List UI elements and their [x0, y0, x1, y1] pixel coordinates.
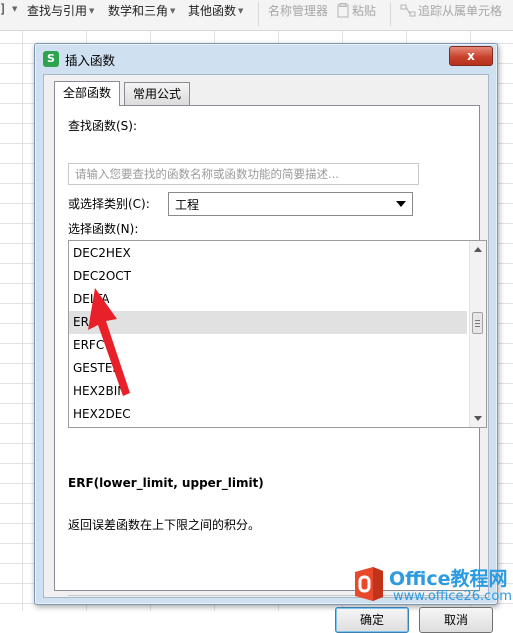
lookup-reference-menu[interactable]: 查找与引用 ▼: [27, 2, 94, 19]
list-item[interactable]: DEC2HEX: [69, 242, 467, 265]
paste-label: 粘贴: [352, 4, 377, 18]
tab-all-functions[interactable]: 全部函数: [54, 81, 121, 106]
dialog-body: 全部函数 常用公式 查找函数(S): 或选择类别(C): 工程 选择函数(N):…: [43, 74, 493, 633]
insert-function-dialog: S 插入函数 x 全部函数 常用公式 查找函数(S): 或选择类别(C): 工程…: [34, 43, 498, 633]
trace-dependents-button[interactable]: 追踪从属单元格: [400, 2, 502, 21]
list-item[interactable]: DEC2OCT: [69, 265, 467, 288]
list-item-selected[interactable]: ERF: [69, 311, 467, 334]
math-trig-menu[interactable]: 数学和三角 ▼: [108, 2, 175, 19]
function-signature: ERF(lower_limit, upper_limit): [68, 476, 264, 490]
scroll-up-icon[interactable]: [474, 247, 482, 252]
list-item[interactable]: HEX2BIN: [69, 380, 467, 403]
name-manager-button[interactable]: 名称管理器: [268, 2, 328, 19]
function-description: 返回误差函数在上下限之间的积分。: [68, 518, 261, 532]
list-item[interactable]: ERFC: [69, 334, 467, 357]
watermark-url: www.office26.com: [393, 589, 512, 604]
close-button[interactable]: x: [449, 46, 493, 66]
watermark-title: Office教程网: [389, 568, 508, 590]
list-item[interactable]: DELTA: [69, 288, 467, 311]
tab-common-formulas[interactable]: 常用公式: [124, 82, 191, 105]
ribbon-partial-caret[interactable]: ▼: [10, 2, 17, 16]
category-label: 或选择类别(C):: [68, 197, 150, 211]
lookup-reference-label: 查找与引用: [27, 4, 88, 18]
list-item[interactable]: GESTEP: [69, 357, 467, 380]
category-select[interactable]: 工程: [168, 192, 413, 216]
search-label: 查找函数(S):: [68, 119, 138, 133]
ribbon-divider: [258, 2, 259, 26]
category-value: 工程: [175, 198, 200, 212]
chevron-down-icon: [396, 201, 406, 207]
list-item[interactable]: HEX2DEC: [69, 403, 467, 426]
close-icon: x: [467, 49, 475, 63]
scroll-down-icon[interactable]: [474, 416, 482, 421]
other-functions-menu[interactable]: 其他函数 ▼: [188, 2, 243, 19]
wps-app-icon: S: [43, 51, 59, 67]
ribbon-toolbar: ] ▼ 查找与引用 ▼ 数学和三角 ▼ 其他函数 ▼ 名称管理器 粘贴 追踪从属单元格: [0, 0, 513, 31]
function-list[interactable]: DEC2HEX DEC2OCT DELTA ERF ERFC GESTEP HE…: [68, 240, 487, 428]
chevron-down-icon: ▼: [89, 7, 95, 15]
math-trig-label: 数学和三角: [108, 4, 169, 18]
ribbon-partial-item: ]: [0, 2, 5, 16]
chevron-down-icon: ▼: [170, 7, 176, 15]
paste-icon: [336, 3, 350, 21]
search-input[interactable]: [68, 163, 419, 185]
office-logo-icon: [355, 567, 383, 601]
dialog-title: 插入函数: [65, 53, 116, 68]
tab-panel: 查找函数(S): 或选择类别(C): 工程 选择函数(N): DEC2HEX D…: [54, 105, 493, 633]
other-functions-label: 其他函数: [188, 4, 237, 18]
dialog-titlebar[interactable]: S 插入函数 x: [35, 44, 497, 72]
watermark: Office教程网 www.office26.com: [353, 564, 513, 611]
function-list-label: 选择函数(N):: [68, 222, 139, 236]
scroll-thumb[interactable]: [472, 312, 483, 334]
list-scrollbar[interactable]: [469, 241, 486, 427]
trace-dependents-label: 追踪从属单元格: [418, 4, 503, 18]
ribbon-divider: [390, 2, 391, 26]
paste-button[interactable]: 粘贴: [336, 2, 376, 21]
chevron-down-icon: ▼: [238, 7, 244, 15]
trace-dependents-icon: [400, 4, 416, 21]
